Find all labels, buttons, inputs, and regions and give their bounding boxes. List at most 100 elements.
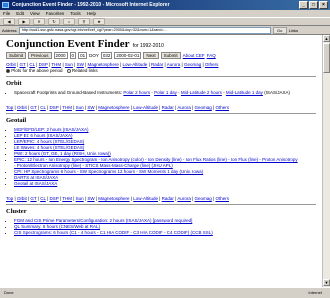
nav-low-altitude[interactable]: Low-Altitude: [133, 105, 158, 110]
nav-cl[interactable]: CL: [40, 196, 46, 201]
cluster-link[interactable]: FGM and CIS Prime Parameters/Configurati…: [14, 218, 192, 223]
nav-top[interactable]: Top: [6, 196, 13, 201]
nav-magnetosphere[interactable]: Magnetosphere: [98, 196, 129, 201]
about-cef-link[interactable]: About CEF: [183, 53, 205, 58]
minimize-button[interactable]: _: [299, 1, 308, 9]
nav-dsp[interactable]: DSP: [49, 196, 58, 201]
day-input[interactable]: 01: [78, 52, 88, 59]
year-input[interactable]: 2000: [53, 52, 68, 59]
menu-favorites[interactable]: Favorites: [46, 10, 65, 17]
geotail-link[interactable]: LEP Et: 6 hours (ISAS/JAXA): [14, 133, 72, 138]
address-input[interactable]: http://ssd1.ssc.gsfc.nasa.gov/cgi-bin/ce…: [18, 26, 271, 34]
menu-view[interactable]: View: [30, 10, 40, 17]
nav-gt[interactable]: GT: [19, 62, 25, 67]
month-stepper[interactable]: 0: [69, 52, 77, 59]
submit-button-2[interactable]: Submit: [160, 52, 181, 59]
nav-radar[interactable]: Radar: [162, 196, 174, 201]
search-button[interactable]: ⚲: [78, 18, 90, 25]
nav-aurora[interactable]: Aurora: [167, 62, 181, 67]
status-bar: Done Internet: [0, 287, 330, 298]
nav-dsp[interactable]: DSP: [39, 62, 48, 67]
nav-thm[interactable]: THM: [51, 62, 61, 67]
nav-radar[interactable]: Radar: [151, 62, 163, 67]
stop-button[interactable]: ✕: [33, 18, 45, 25]
nav-low-altitude[interactable]: Low-Altitude: [133, 196, 158, 201]
scroll-up-icon[interactable]: ▲: [323, 35, 330, 42]
nav-magnetosphere[interactable]: Magnetosphere: [98, 105, 129, 110]
midlat-2h-link[interactable]: Mid-Latitude 2 hours: [181, 90, 222, 95]
nav-magnetosphere[interactable]: Magnetosphere: [88, 62, 119, 67]
menu-tools[interactable]: Tools: [70, 10, 81, 17]
orbit-item-source: (ISAS/JAXA): [264, 90, 290, 95]
stop-icon: ✕: [37, 19, 41, 24]
nav-radar[interactable]: Radar: [162, 105, 174, 110]
nav-low-altitude[interactable]: Low-Altitude: [123, 62, 148, 67]
home-button[interactable]: ⌂: [63, 18, 75, 25]
geotail-link[interactable]: EPIC: 12 hours - Ion Energy Spectrogram …: [14, 157, 298, 162]
geotail-link[interactable]: CPI: HP Spectrograms 6 hours - SW Spectr…: [14, 169, 203, 174]
faq-link[interactable]: FAQ: [207, 53, 216, 58]
nav-sun[interactable]: Sun: [76, 105, 84, 110]
geotail-link[interactable]: LE Waves: 4 hours (STEL/GEDAS): [14, 145, 84, 150]
scroll-down-icon[interactable]: ▼: [323, 279, 330, 286]
polar-2h-link[interactable]: Polar 2 hours: [123, 90, 150, 95]
forward-button[interactable]: ▶: [18, 18, 30, 25]
nav-orbit[interactable]: Orbit: [17, 196, 27, 201]
close-button[interactable]: ×: [319, 1, 328, 9]
related-radio[interactable]: [66, 68, 71, 73]
geotail-link[interactable]: Geotail at ISAS/JAXA: [14, 181, 57, 186]
nav-sw[interactable]: SW: [87, 196, 94, 201]
previous-button[interactable]: Previous: [28, 52, 52, 59]
nav-geomag[interactable]: Geomag: [195, 196, 212, 201]
date-controls: Submit Previous 2000 0 01 DOY 032 2000-0…: [6, 52, 316, 59]
scroll-thumb[interactable]: [323, 43, 330, 73]
favorites-button[interactable]: ★: [93, 18, 105, 25]
nav-geomag[interactable]: Geomag: [184, 62, 201, 67]
submit-button-1[interactable]: Submit: [6, 52, 27, 59]
nav-sun[interactable]: Sun: [76, 196, 84, 201]
menu-edit[interactable]: Edit: [16, 10, 24, 17]
nav-aurora[interactable]: Aurora: [177, 105, 191, 110]
polar-1d-link[interactable]: Polar 1 day: [154, 90, 177, 95]
vertical-scrollbar[interactable]: ▲ ▼: [322, 35, 330, 287]
back-button[interactable]: ◀: [3, 18, 15, 25]
geotail-link[interactable]: MGF/EFD/LEP: 2 hours (ISAS/JAXA): [14, 127, 89, 132]
nav-geomag[interactable]: Geomag: [195, 105, 212, 110]
doy-input[interactable]: 032: [100, 52, 113, 59]
window-title: Conjunction Event Finder - 1992-2010 - M…: [12, 2, 170, 8]
cluster-link[interactable]: CIS Spectrograms: 6 hours (C1 - 4 hours …: [14, 230, 213, 235]
nav-sw[interactable]: SW: [77, 62, 84, 67]
nav-gt[interactable]: GT: [30, 196, 36, 201]
cluster-link[interactable]: QL Summary: 6 hours (CNES/Web at RAL): [14, 224, 100, 229]
nav-gt[interactable]: GT: [30, 105, 36, 110]
geotail-link[interactable]: DARTS at ISAS/JAXA: [14, 175, 58, 180]
nav-top[interactable]: Top: [6, 105, 13, 110]
menu-file[interactable]: File: [3, 10, 10, 17]
midlat-1d-link[interactable]: Mid-Latitude 1 day: [226, 90, 263, 95]
go-button[interactable]: Go: [272, 26, 287, 34]
nav-cl[interactable]: CL: [40, 105, 46, 110]
geotail-link[interactable]: PWI: 2 hours (GT, GE, 1 day (RISH, Univ.…: [14, 151, 111, 156]
nav-orbit[interactable]: Orbit: [6, 62, 16, 67]
maximize-button[interactable]: □: [309, 1, 318, 9]
nav-others[interactable]: Others: [205, 62, 219, 67]
nav-others[interactable]: Others: [215, 105, 229, 110]
nav-thm[interactable]: THM: [62, 105, 72, 110]
geotail-link[interactable]: LEP/EPIC: 4 hours (STEL/GEDAS): [14, 139, 84, 144]
plots-radio[interactable]: [6, 68, 10, 73]
date-display[interactable]: 2000-02-01: [114, 52, 142, 59]
nav-cl[interactable]: CL: [29, 62, 35, 67]
links-label[interactable]: Links: [289, 28, 298, 33]
geotail-link[interactable]: - Proton/Electron Anisotropy (line) - ST…: [14, 163, 173, 168]
nav-sw[interactable]: SW: [87, 105, 94, 110]
nav-dsp[interactable]: DSP: [49, 105, 58, 110]
nav-others[interactable]: Others: [215, 196, 229, 201]
nav-orbit[interactable]: Orbit: [17, 105, 27, 110]
next-button[interactable]: Next: [143, 52, 159, 59]
refresh-button[interactable]: ↻: [48, 18, 60, 25]
nav-thm[interactable]: THM: [62, 196, 72, 201]
nav-aurora[interactable]: Aurora: [177, 196, 191, 201]
menu-help[interactable]: Help: [87, 10, 96, 17]
forward-arrow-icon: ▶: [22, 19, 26, 24]
nav-sun[interactable]: Sun: [65, 62, 73, 67]
